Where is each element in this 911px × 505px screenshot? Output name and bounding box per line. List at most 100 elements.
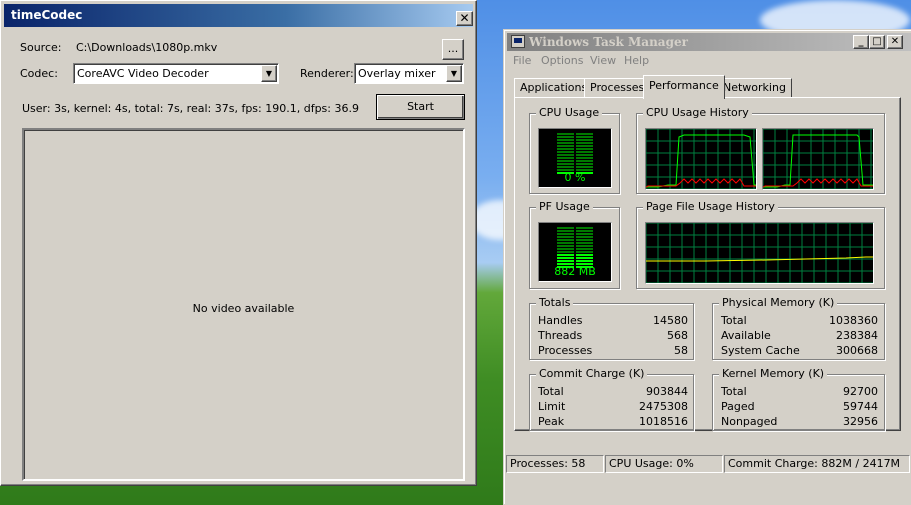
meter-segment <box>557 260 574 262</box>
row-key: System Cache <box>721 344 800 357</box>
taskmgr-title-bar[interactable]: Windows Task Manager <box>507 33 911 51</box>
renderer-value: Overlay mixer <box>358 67 436 80</box>
meter-segment <box>576 242 593 244</box>
minimize-icon[interactable]: _ <box>853 35 869 49</box>
pf-usage-caption: PF Usage <box>536 200 593 213</box>
tab-processes[interactable]: Processes <box>584 78 651 98</box>
meter-segment <box>576 160 593 162</box>
meter-segment <box>576 227 593 229</box>
close-icon[interactable]: ✕ <box>887 35 903 49</box>
cpu-history-graph-1-lines <box>763 129 873 189</box>
pf-history-caption: Page File Usage History <box>643 200 778 213</box>
meter-segment <box>557 136 574 138</box>
row-value: 59744 <box>843 400 878 413</box>
timing-stats: User: 3s, kernel: 4s, total: 7s, real: 3… <box>22 102 359 115</box>
physical-memory-group: Physical Memory (K) Total 1038360 Availab… <box>712 296 885 360</box>
chevron-down-icon[interactable]: ▼ <box>446 65 462 82</box>
task-manager-window: Windows Task Manager _ □ ✕ File Options … <box>503 29 911 505</box>
meter-segment <box>576 139 593 141</box>
meter-segment <box>576 245 593 247</box>
maximize-icon[interactable]: □ <box>869 35 885 49</box>
cpu-history-graph-0 <box>645 128 757 190</box>
video-area: No video available <box>22 128 465 481</box>
browse-button[interactable]: ... <box>442 39 464 60</box>
row-key: Paged <box>721 400 755 413</box>
menu-view[interactable]: View <box>590 54 616 67</box>
row-value: 1018516 <box>639 415 688 428</box>
row-value: 32956 <box>843 415 878 428</box>
status-processes: Processes: 58 <box>506 455 604 473</box>
menu-file[interactable]: File <box>513 54 531 67</box>
start-button[interactable]: Start <box>376 94 465 120</box>
cpu-kernel-line <box>763 178 873 188</box>
meter-segment <box>576 157 593 159</box>
performance-panel: CPU Usage 0 % CPU Usage History PF Usage… <box>514 97 901 431</box>
kernel-memory-caption: Kernel Memory (K) <box>719 367 828 380</box>
meter-segment <box>576 145 593 147</box>
meter-segment <box>576 251 593 253</box>
renderer-select[interactable]: Overlay mixer ▼ <box>354 63 464 84</box>
meter-segment <box>576 163 593 165</box>
meter-segment <box>557 236 574 238</box>
row-value: 2475308 <box>639 400 688 413</box>
cpu-usage-group: CPU Usage 0 % <box>529 106 620 194</box>
physical-memory-caption: Physical Memory (K) <box>719 296 838 309</box>
row-key: Limit <box>538 400 566 413</box>
cpu-kernel-line <box>646 178 756 188</box>
row-key: Threads <box>538 329 583 342</box>
pf-usage-value: 882 MB <box>554 265 596 278</box>
menu-options[interactable]: Options <box>541 54 583 67</box>
meter-segment <box>576 230 593 232</box>
meter-segment <box>576 233 593 235</box>
chevron-down-icon[interactable]: ▼ <box>261 65 277 82</box>
tab-networking[interactable]: Networking <box>717 78 792 98</box>
meter-segment <box>557 230 574 232</box>
cpu-history-group: CPU Usage History <box>636 106 885 194</box>
meter-segment <box>557 154 574 156</box>
codec-select[interactable]: CoreAVC Video Decoder ▼ <box>73 63 279 84</box>
meter-segment <box>557 227 574 229</box>
pf-history-lines <box>646 223 873 283</box>
meter-segment <box>576 151 593 153</box>
kernel-memory-group: Kernel Memory (K) Total 92700 Paged 59744 … <box>712 367 885 431</box>
timecodec-title-bar[interactable]: timeCodec <box>4 4 473 27</box>
status-commit-charge: Commit Charge: 882M / 2417M <box>724 455 910 473</box>
cpu-usage-caption: CPU Usage <box>536 106 603 119</box>
cpu-history-graph-1 <box>762 128 874 190</box>
status-cpu-usage: CPU Usage: 0% <box>605 455 723 473</box>
codec-label: Codec: <box>20 67 58 80</box>
commit-charge-group: Commit Charge (K) Total 903844 Limit 24753… <box>529 367 694 431</box>
row-key: Nonpaged <box>721 415 778 428</box>
taskmgr-app-icon <box>511 35 525 48</box>
meter-segment <box>557 148 574 150</box>
meter-segment <box>557 242 574 244</box>
meter-segment <box>576 133 593 135</box>
row-value: 903844 <box>646 385 688 398</box>
row-key: Peak <box>538 415 565 428</box>
meter-segment <box>557 157 574 159</box>
row-key: Total <box>721 314 747 327</box>
row-key: Handles <box>538 314 583 327</box>
totals-caption: Totals <box>536 296 574 309</box>
meter-segment <box>557 139 574 141</box>
meter-segment <box>576 154 593 156</box>
tab-applications[interactable]: Applications <box>514 78 594 98</box>
meter-segment <box>557 133 574 135</box>
tab-performance[interactable]: Performance <box>643 75 725 99</box>
close-icon[interactable]: ✕ <box>456 11 473 26</box>
row-value: 238384 <box>836 329 878 342</box>
menu-help[interactable]: Help <box>624 54 649 67</box>
source-label: Source: <box>20 41 62 54</box>
taskmgr-title: Windows Task Manager <box>529 35 688 49</box>
timecodec-window: timeCodec ✕ Source: C:\Downloads\1080p.m… <box>0 0 477 486</box>
meter-segment <box>557 163 574 165</box>
row-value: 14580 <box>653 314 688 327</box>
cpu-usage-value: 0 % <box>564 171 586 184</box>
pf-history-graph <box>645 222 874 284</box>
cpu-history-graph-0-lines <box>646 129 756 189</box>
meter-segment <box>557 166 574 168</box>
meter-segment <box>557 251 574 253</box>
meter-segment <box>576 136 593 138</box>
pf-usage-meter: 882 MB <box>538 222 612 282</box>
meter-segment <box>557 248 574 250</box>
